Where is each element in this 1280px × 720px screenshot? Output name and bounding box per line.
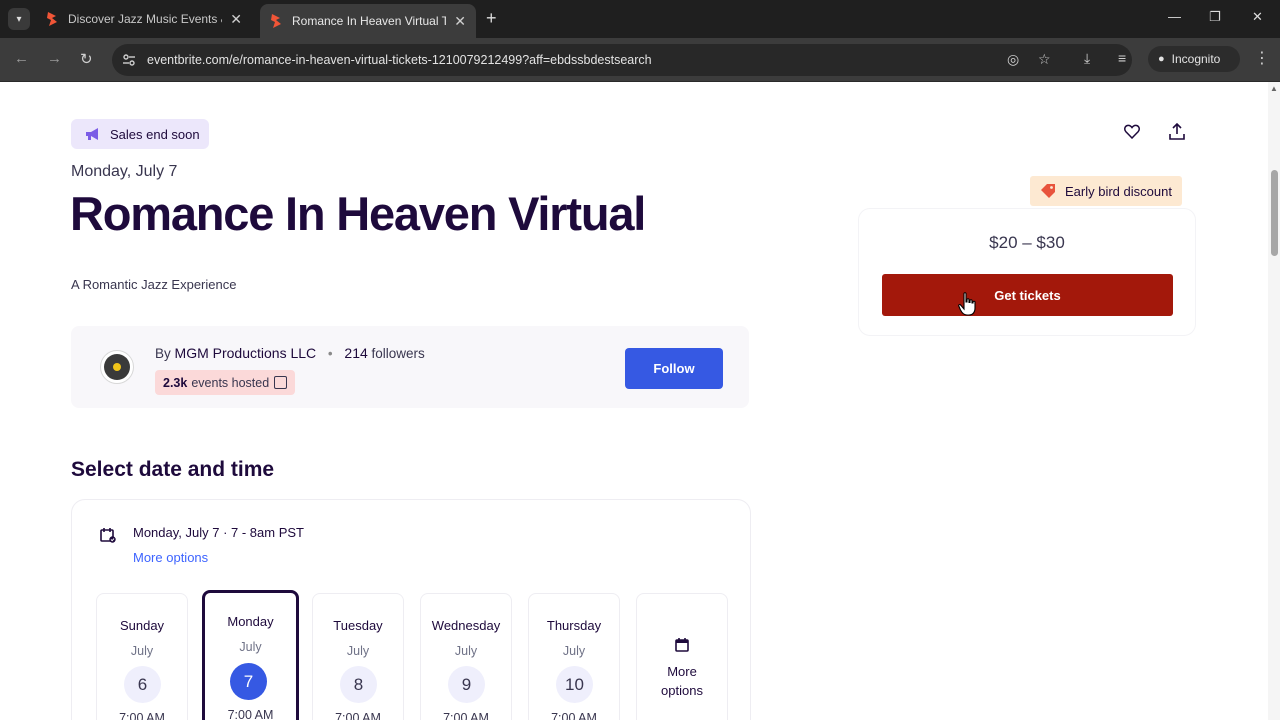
url-text[interactable]: eventbrite.com/e/romance-in-heaven-virtu… (147, 53, 652, 67)
tab-title: Romance In Heaven Virtual Tickets (292, 14, 447, 28)
badge-label: Sales end soon (110, 126, 200, 142)
media-controls-icon[interactable]: ≡ (1118, 50, 1126, 66)
day-month: July (454, 644, 478, 658)
date-option-thursday[interactable]: Thursday July 10 7:00 AM (528, 593, 620, 720)
day-time: 7:00 AM (443, 711, 489, 720)
close-window-button[interactable]: ✕ (1252, 9, 1263, 25)
day-month: July (239, 640, 262, 654)
minimize-window-button[interactable]: — (1168, 9, 1181, 24)
date-option-wednesday[interactable]: Wednesday July 9 7:00 AM (420, 593, 512, 720)
bookmark-star-icon[interactable]: ☆ (1038, 51, 1051, 68)
followers-count: 214 (344, 345, 368, 361)
organizer-avatar[interactable] (100, 350, 134, 384)
date-picker-card: Monday, July 7 · 7 - 8am PST More option… (71, 499, 751, 720)
by-prefix: By (155, 346, 171, 361)
day-number: 8 (340, 666, 377, 703)
date-option-tuesday[interactable]: Tuesday July 8 7:00 AM (312, 593, 404, 720)
day-name: Wednesday (431, 618, 501, 633)
date-option-monday-selected[interactable]: Monday July 7 7:00 AM (202, 590, 299, 720)
ticket-card: $20 – $30 Get tickets (858, 208, 1196, 336)
day-number: 6 (124, 666, 161, 703)
address-bar[interactable]: eventbrite.com/e/romance-in-heaven-virtu… (112, 44, 1132, 76)
incognito-label: Incognito (1171, 52, 1221, 66)
organizer-name[interactable]: MGM Productions LLC (175, 345, 317, 361)
day-name: Thursday (546, 618, 602, 633)
events-count: 2.3k (163, 375, 188, 390)
selected-datetime: Monday, July 7 · 7 - 8am PST (133, 525, 304, 540)
eventbrite-favicon-icon (47, 12, 57, 26)
scrollbar-thumb[interactable] (1271, 170, 1278, 256)
calendar-icon (675, 638, 689, 652)
day-name: Tuesday (333, 618, 383, 633)
day-number: 9 (448, 666, 485, 703)
day-month: July (346, 644, 370, 658)
day-time: 7:00 AM (119, 711, 165, 720)
organizer-card: By MGM Productions LLC • 214 followers 2… (71, 326, 749, 408)
reload-icon[interactable]: ↻ (80, 50, 93, 68)
day-number: 10 (556, 666, 593, 703)
incognito-indicator[interactable]: ● Incognito (1148, 46, 1240, 72)
browser-menu-icon[interactable]: ⋮ (1254, 48, 1270, 68)
day-month: July (130, 644, 154, 658)
get-tickets-button[interactable]: Get tickets (882, 274, 1173, 316)
restore-window-button[interactable]: ❐ (1209, 9, 1221, 25)
day-time: 7:00 AM (335, 711, 381, 720)
close-tab-icon[interactable]: ✕ (230, 11, 242, 28)
more-options-link[interactable]: More options (133, 550, 208, 565)
scroll-up-arrow-icon[interactable]: ▲ (1270, 84, 1278, 93)
new-tab-button[interactable]: + (486, 8, 497, 29)
event-summary: A Romantic Jazz Experience (71, 277, 237, 292)
trend-chart-icon (274, 376, 288, 389)
more-dates-label-line1: More (667, 664, 697, 679)
select-date-heading: Select date and time (71, 458, 275, 481)
separator-dot: • (327, 346, 333, 361)
day-time: 7:00 AM (227, 708, 274, 720)
event-date: Monday, July 7 (71, 163, 178, 180)
early-bird-badge: Early bird discount (1030, 176, 1182, 206)
page-scrollbar[interactable]: ▲ (1268, 82, 1280, 720)
followers-label: followers (371, 346, 425, 361)
calendar-check-icon (100, 528, 116, 543)
day-name: Sunday (119, 618, 165, 633)
events-label: events hosted (191, 375, 270, 390)
tab-title: Discover Jazz Music Events & Activities (68, 12, 222, 26)
day-month: July (562, 644, 586, 658)
megaphone-icon (86, 128, 98, 140)
day-time: 7:00 AM (551, 711, 597, 720)
tracking-protection-icon[interactable]: ◎ (1007, 51, 1019, 68)
organizer-line: By MGM Productions LLC • 214 followers (155, 345, 425, 361)
tab-search-button[interactable]: ▾ (8, 8, 30, 30)
sales-end-soon-badge: Sales end soon (71, 119, 209, 149)
incognito-icon: ● (1158, 53, 1165, 65)
event-page: Sales end soon Monday, July 7 Romance In… (0, 82, 1268, 720)
tab-discover-jazz[interactable]: Discover Jazz Music Events & Activities … (36, 4, 252, 34)
more-dates-button[interactable]: More options (636, 593, 728, 720)
date-option-sunday[interactable]: Sunday July 6 7:00 AM (96, 593, 188, 720)
events-hosted-badge: 2.3k events hosted (155, 370, 296, 395)
browser-toolbar: ← → ↻ eventbrite.com/e/romance-in-heaven… (0, 38, 1280, 82)
follow-button[interactable]: Follow (625, 348, 723, 389)
download-icon[interactable]: ⤓ (1084, 50, 1090, 67)
heart-icon[interactable] (1124, 124, 1140, 139)
back-icon[interactable]: ← (14, 50, 29, 67)
close-tab-icon[interactable]: ✕ (454, 13, 466, 30)
more-dates-label: More options (637, 662, 727, 700)
day-name: Monday (227, 614, 274, 629)
early-bird-label: Early bird discount (1065, 183, 1172, 199)
eventbrite-favicon-icon (271, 14, 281, 28)
followers-count-wrap: 214 followers (344, 345, 425, 361)
ticket-price: $20 – $30 (989, 233, 1065, 252)
event-title: Romance In Heaven Virtual (70, 187, 646, 240)
tab-romance-in-heaven[interactable]: Romance In Heaven Virtual Tickets ✕ (260, 4, 476, 38)
browser-tab-strip: ▾ Discover Jazz Music Events & Activitie… (0, 0, 1280, 38)
hand-cursor-icon (958, 292, 976, 316)
price-tag-icon (1041, 184, 1055, 198)
more-dates-label-line2: options (661, 683, 703, 698)
forward-icon[interactable]: → (47, 50, 62, 67)
day-number: 7 (230, 663, 267, 700)
share-icon[interactable] (1169, 123, 1185, 140)
site-settings-icon[interactable] (122, 53, 136, 67)
